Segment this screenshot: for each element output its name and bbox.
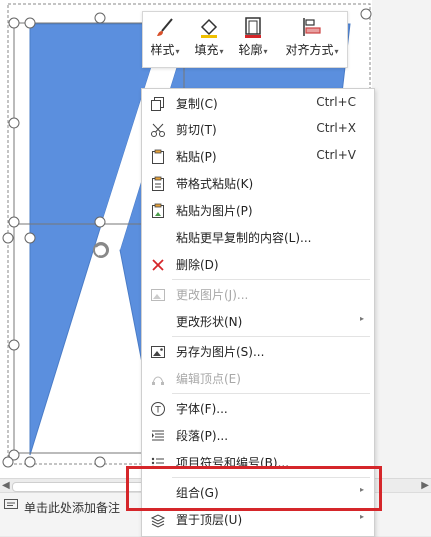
menu-item-save-as-image[interactable]: 另存为图片(S)... <box>142 339 374 365</box>
mini-toolbar: 样式▾ 填充▾ 轮廓▾ 对齐方式▾ <box>142 11 348 68</box>
scroll-left-icon[interactable]: ◀ <box>2 480 10 491</box>
menu-item-paste-as-image[interactable]: 粘贴为图片(P) <box>142 198 374 224</box>
align-button[interactable]: 对齐方式▾ <box>281 16 343 58</box>
paste-icon <box>152 149 164 164</box>
outline-button[interactable]: 轮廓▾ <box>235 16 271 58</box>
menu-item-paste-earlier[interactable]: 粘贴更早复制的内容(L)... <box>142 225 374 251</box>
submenu-arrow-icon: ▸ <box>359 314 364 323</box>
menu-item-cut[interactable]: 剪切(T) Ctrl+X <box>142 117 374 143</box>
fill-button[interactable]: 填充▾ <box>191 16 227 58</box>
delete-x-icon <box>152 259 164 271</box>
menu-item-paste[interactable]: 粘贴(P) Ctrl+V <box>142 144 374 170</box>
edit-points-icon <box>152 376 164 385</box>
brush-icon <box>157 18 173 36</box>
style-button[interactable]: 样式▾ <box>147 16 183 58</box>
outline-icon <box>245 17 261 38</box>
menu-item-copy[interactable]: 复制(C) Ctrl+C <box>142 91 374 117</box>
copy-icon <box>151 97 164 111</box>
menu-separator <box>172 279 370 280</box>
paste-image-icon <box>152 203 164 218</box>
paste-format-icon <box>152 176 164 191</box>
menu-separator <box>172 393 370 394</box>
bring-front-icon <box>150 514 166 528</box>
menu-item-paste-keep-format[interactable]: 带格式粘贴(K) <box>142 171 374 197</box>
menu-item-edit-points: 编辑顶点(E) <box>142 366 374 392</box>
change-image-icon <box>151 289 165 301</box>
font-icon: T <box>151 402 165 416</box>
paragraph-icon <box>152 430 164 441</box>
svg-text:T: T <box>154 406 161 416</box>
fill-bucket-icon <box>200 18 218 38</box>
scissors-icon <box>151 123 165 137</box>
align-icon <box>303 18 321 36</box>
submenu-arrow-icon: ▸ <box>359 512 364 521</box>
menu-item-delete[interactable]: 删除(D) <box>142 252 374 278</box>
menu-item-paragraph[interactable]: 段落(P)... <box>142 423 374 449</box>
scroll-right-icon[interactable]: ▶ <box>421 480 429 491</box>
menu-separator <box>172 336 370 337</box>
menu-item-change-shape[interactable]: 更改形状(N) ▸ <box>142 309 374 335</box>
menu-item-font[interactable]: T 字体(F)... <box>142 396 374 422</box>
save-image-icon <box>151 346 165 358</box>
notes-placeholder[interactable]: 单击此处添加备注 <box>24 499 120 516</box>
notes-icon <box>4 499 18 509</box>
annotation-highlight-box <box>126 466 382 511</box>
menu-item-change-image: 更改图片(J)... <box>142 282 374 308</box>
